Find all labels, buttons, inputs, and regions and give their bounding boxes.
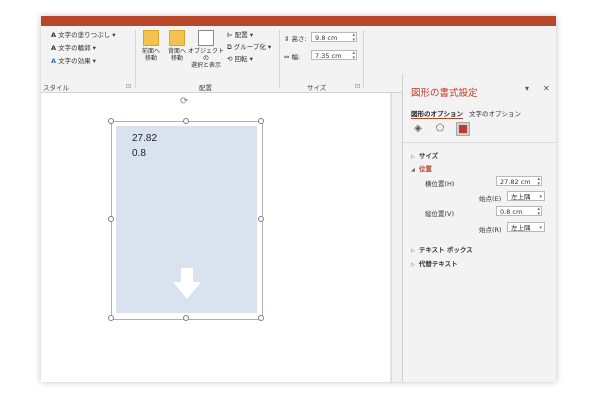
section-alt-text[interactable]: ▷ 代替テキスト	[411, 258, 458, 268]
height-label: ⇕ 高さ:	[284, 35, 307, 43]
selection-pane-button[interactable]: オブジェクトの 選択と表示	[187, 30, 225, 74]
style-group-label: スタイル	[43, 84, 69, 92]
rotate-button[interactable]: ⟲ 回転 ▾	[227, 53, 253, 63]
pane-divider	[403, 142, 556, 143]
size-properties-glyph	[459, 125, 467, 133]
bring-forward-icon	[143, 30, 159, 46]
vertical-position-label: 縦位置(V)	[425, 210, 455, 218]
format-shape-pane: 図形の書式設定 ▾ ✕ 図形のオプション 文字のオプション ◈ ⬠ ▷ サイズ ◢…	[402, 74, 556, 382]
ribbon-separator	[363, 30, 364, 88]
vertical-from-dropdown[interactable]: 左上隅 ▾	[507, 222, 545, 232]
arrange-group-label: 配置	[199, 84, 212, 92]
vertical-position-input[interactable]: 0.8 cm ▴ ▾	[496, 206, 542, 217]
align-button[interactable]: ⊫ 配置 ▾	[227, 29, 253, 39]
ribbon-separator	[135, 30, 136, 88]
width-input[interactable]: 7.35 cm ▴ ▾	[311, 50, 357, 61]
down-arrow-icon	[173, 268, 201, 299]
pane-title: 図形の書式設定	[411, 88, 478, 99]
slide[interactable]: ⟳ 27.82 0.8	[41, 93, 390, 382]
height-icon: ⇕	[284, 35, 290, 43]
resize-handle-right[interactable]	[258, 216, 264, 222]
expand-icon: ▷	[411, 248, 415, 254]
shape-text-line-1: 27.82	[132, 133, 158, 144]
rotate-icon: ⟲	[227, 55, 233, 63]
collapse-icon: ◢	[411, 167, 415, 173]
horizontal-position-label: 横位置(H)	[425, 180, 455, 188]
resize-handle-bottom[interactable]	[183, 315, 189, 321]
horizontal-from-label: 始点(E)	[479, 195, 502, 203]
powerpoint-window: A 文字の塗りつぶし ▾ A 文字の輪郭 ▾ A 文字の効果 ▾ スタイル ⊡ …	[41, 16, 556, 382]
text-fill-icon: A	[51, 31, 57, 39]
group-icon: ⧉	[227, 43, 232, 51]
expand-icon: ▷	[411, 154, 415, 160]
vertical-from-label: 始点(R)	[479, 226, 502, 234]
resize-handle-top-right[interactable]	[258, 118, 264, 124]
size-properties-icon[interactable]	[456, 122, 470, 136]
size-group-label: サイズ	[307, 84, 327, 92]
tab-text-options[interactable]: 文字のオプション	[469, 108, 521, 118]
style-launcher-icon[interactable]: ⊡	[126, 83, 131, 90]
rotate-handle-icon[interactable]: ⟳	[180, 97, 188, 107]
section-textbox[interactable]: ▷ テキスト ボックス	[411, 244, 473, 254]
text-fill-button[interactable]: A 文字の塗りつぶし ▾	[51, 29, 116, 39]
resize-handle-bottom-left[interactable]	[108, 315, 114, 321]
title-bar	[41, 16, 556, 26]
spin-arrows-icon[interactable]: ▴ ▾	[537, 207, 540, 217]
section-position[interactable]: ◢ 位置	[411, 163, 432, 173]
spin-arrows-icon[interactable]: ▴ ▾	[537, 177, 540, 187]
tab-shape-options[interactable]: 図形のオプション	[411, 108, 463, 119]
text-outline-icon: A	[51, 44, 57, 52]
selection-pane-icon	[198, 30, 214, 46]
fill-line-icon[interactable]: ◈	[411, 122, 425, 136]
resize-handle-top-left[interactable]	[108, 118, 114, 124]
size-launcher-icon[interactable]: ⊡	[355, 83, 360, 90]
group-button[interactable]: ⧉ グループ化 ▾	[227, 41, 271, 52]
editing-area: ⟳ 27.82 0.8	[41, 93, 402, 382]
bring-forward-button[interactable]: 前面へ 移動	[137, 30, 165, 74]
height-input[interactable]: 9.8 cm ▴ ▾	[311, 32, 357, 43]
close-icon[interactable]: ✕	[543, 84, 550, 93]
shape-text-line-2: 0.8	[132, 148, 146, 159]
pane-options-icon[interactable]: ▾	[525, 84, 529, 93]
text-effects-icon: A	[51, 57, 57, 65]
horizontal-position-input[interactable]: 27.82 cm ▴ ▾	[496, 176, 542, 187]
resize-handle-left[interactable]	[108, 216, 114, 222]
effects-icon[interactable]: ⬠	[433, 122, 447, 136]
expand-icon: ▷	[411, 262, 415, 268]
section-size[interactable]: ▷ サイズ	[411, 150, 438, 160]
text-outline-button[interactable]: A 文字の輪郭 ▾	[51, 42, 96, 52]
spin-arrows-icon[interactable]: ▴ ▾	[352, 33, 355, 43]
spin-arrows-icon[interactable]: ▴ ▾	[352, 51, 355, 61]
horizontal-from-dropdown[interactable]: 左上隅 ▾	[507, 191, 545, 201]
align-icon: ⊫	[227, 31, 233, 39]
width-label: ⇔ 幅:	[284, 53, 301, 61]
resize-handle-bottom-right[interactable]	[258, 315, 264, 321]
vertical-scrollbar[interactable]	[391, 93, 402, 382]
chevron-down-icon: ▾	[539, 194, 542, 200]
ribbon-separator	[279, 30, 280, 88]
chevron-down-icon: ▾	[539, 225, 542, 231]
resize-handle-top[interactable]	[183, 118, 189, 124]
width-icon: ⇔	[284, 53, 290, 61]
send-backward-icon	[169, 30, 185, 46]
text-effects-button[interactable]: A 文字の効果 ▾	[51, 55, 96, 65]
